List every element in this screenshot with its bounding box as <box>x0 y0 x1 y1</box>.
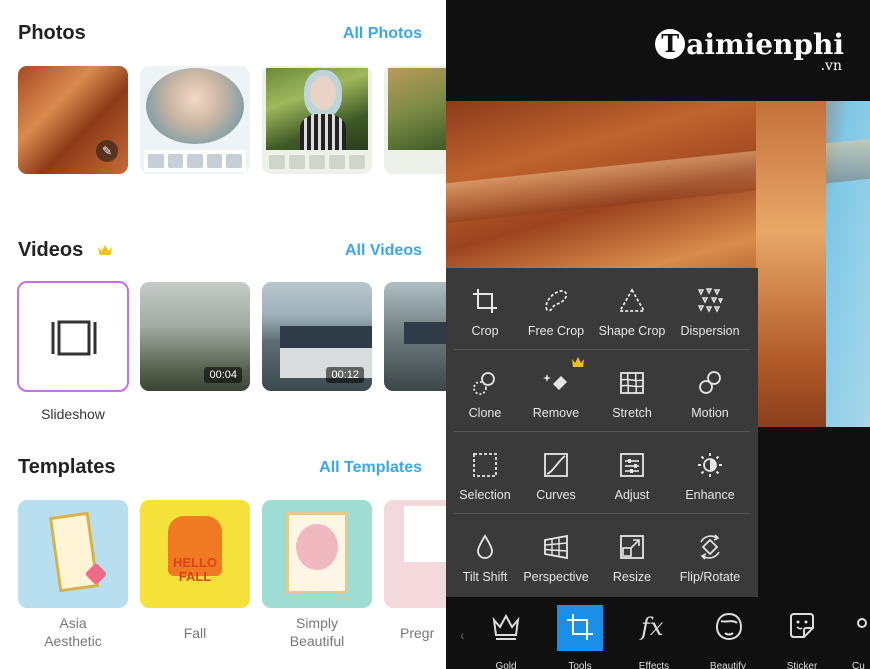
enhance-icon <box>698 453 722 477</box>
tool-free-crop[interactable]: Free Crop <box>517 268 595 350</box>
crop-icon <box>567 614 593 640</box>
video-thumbnail[interactable] <box>384 282 446 391</box>
adjust-icon <box>620 453 644 477</box>
tool-shape-crop[interactable]: Shape Crop <box>593 268 671 350</box>
nav-effects[interactable]: fx Effects <box>620 605 688 669</box>
tool-dispersion[interactable]: Dispersion <box>671 268 749 350</box>
dispersion-icon <box>697 288 723 313</box>
nav-tools[interactable]: Tools <box>556 605 624 669</box>
remove-icon <box>543 374 567 390</box>
stretch-icon <box>620 372 644 394</box>
nav-gold[interactable]: Gold <box>472 605 540 669</box>
clone-icon <box>473 372 495 395</box>
nav-sticker[interactable]: Sticker <box>768 605 836 669</box>
tool-stretch[interactable]: Stretch <box>593 350 671 432</box>
video-duration: 00:04 <box>204 367 242 383</box>
template-label: Simply Beautiful <box>289 615 345 649</box>
editor-panel: Taimienphi .vn Crop Free Crop Shape Crop… <box>446 0 870 669</box>
premium-crown-icon <box>98 245 112 255</box>
all-templates-link[interactable]: All Templates <box>319 459 422 477</box>
free-crop-icon <box>545 290 568 312</box>
tools-menu: Crop Free Crop Shape Crop Dispersion Clo… <box>446 268 758 598</box>
template-label: Asia Aesthetic <box>44 615 102 649</box>
fx-icon: fx <box>639 613 664 641</box>
selection-icon <box>473 453 497 477</box>
video-thumbnail[interactable]: 00:04 <box>140 282 250 391</box>
template-label: Fall <box>183 625 207 641</box>
bottom-toolbar: ‹ Gold Tools fx Effects Beautify Sticker… <box>446 597 870 669</box>
tool-curves[interactable]: Curves <box>517 432 595 514</box>
home-panel: Photos All Photos ✎ Videos All Videos Sl… <box>0 0 446 669</box>
flip-rotate-icon <box>700 534 720 560</box>
hello-fall-text: HELLO FALL <box>172 555 218 584</box>
templates-section-title: Templates <box>18 456 116 478</box>
perspective-icon <box>544 534 568 560</box>
video-duration: 00:12 <box>326 367 364 383</box>
photos-section-title: Photos <box>18 22 86 44</box>
crown-icon <box>492 613 520 640</box>
beautify-icon <box>715 612 743 641</box>
slideshow-icon <box>51 320 97 356</box>
chevron-left-icon[interactable]: ‹ <box>460 627 465 643</box>
template-card[interactable] <box>262 500 372 608</box>
tilt-shift-icon <box>477 534 493 559</box>
slideshow-card[interactable] <box>17 281 129 392</box>
crop-icon <box>473 289 497 313</box>
slideshow-label: Slideshow <box>41 406 105 422</box>
tool-enhance[interactable]: Enhance <box>671 432 749 514</box>
svg-text:fx: fx <box>639 613 664 641</box>
tool-remove[interactable]: Remove <box>517 350 595 432</box>
curves-icon <box>544 453 568 477</box>
tool-adjust[interactable]: Adjust <box>593 432 671 514</box>
sticker-icon <box>790 613 814 638</box>
all-videos-link[interactable]: All Videos <box>345 242 422 260</box>
template-label: Pregr <box>400 625 435 641</box>
cutout-icon <box>857 618 867 628</box>
premium-crown-icon <box>572 357 584 367</box>
edit-badge-icon: ✎ <box>96 140 118 162</box>
tool-resize[interactable]: Resize <box>593 514 671 596</box>
all-photos-link[interactable]: All Photos <box>343 25 422 43</box>
photo-thumbnail[interactable] <box>140 66 250 174</box>
videos-section-title: Videos <box>18 239 84 261</box>
photo-thumbnail[interactable] <box>384 66 446 174</box>
motion-icon <box>699 371 721 394</box>
tool-motion[interactable]: Motion <box>671 350 749 432</box>
photo-thumbnail[interactable]: ✎ <box>18 66 128 174</box>
tool-perspective[interactable]: Perspective <box>517 514 595 596</box>
brand-logo: Taimienphi .vn <box>655 28 844 74</box>
template-card[interactable]: HELLO FALL <box>140 500 250 608</box>
shape-crop-icon <box>619 288 645 312</box>
tool-flip-rotate[interactable]: Flip/Rotate <box>671 514 749 596</box>
nav-cutout[interactable]: Cu <box>842 605 870 669</box>
template-card[interactable] <box>384 500 446 608</box>
video-thumbnail[interactable]: 00:12 <box>262 282 372 391</box>
photo-thumbnail[interactable] <box>262 66 372 174</box>
template-card[interactable] <box>18 500 128 608</box>
nav-beautify[interactable]: Beautify <box>694 605 762 669</box>
resize-icon <box>620 535 644 559</box>
